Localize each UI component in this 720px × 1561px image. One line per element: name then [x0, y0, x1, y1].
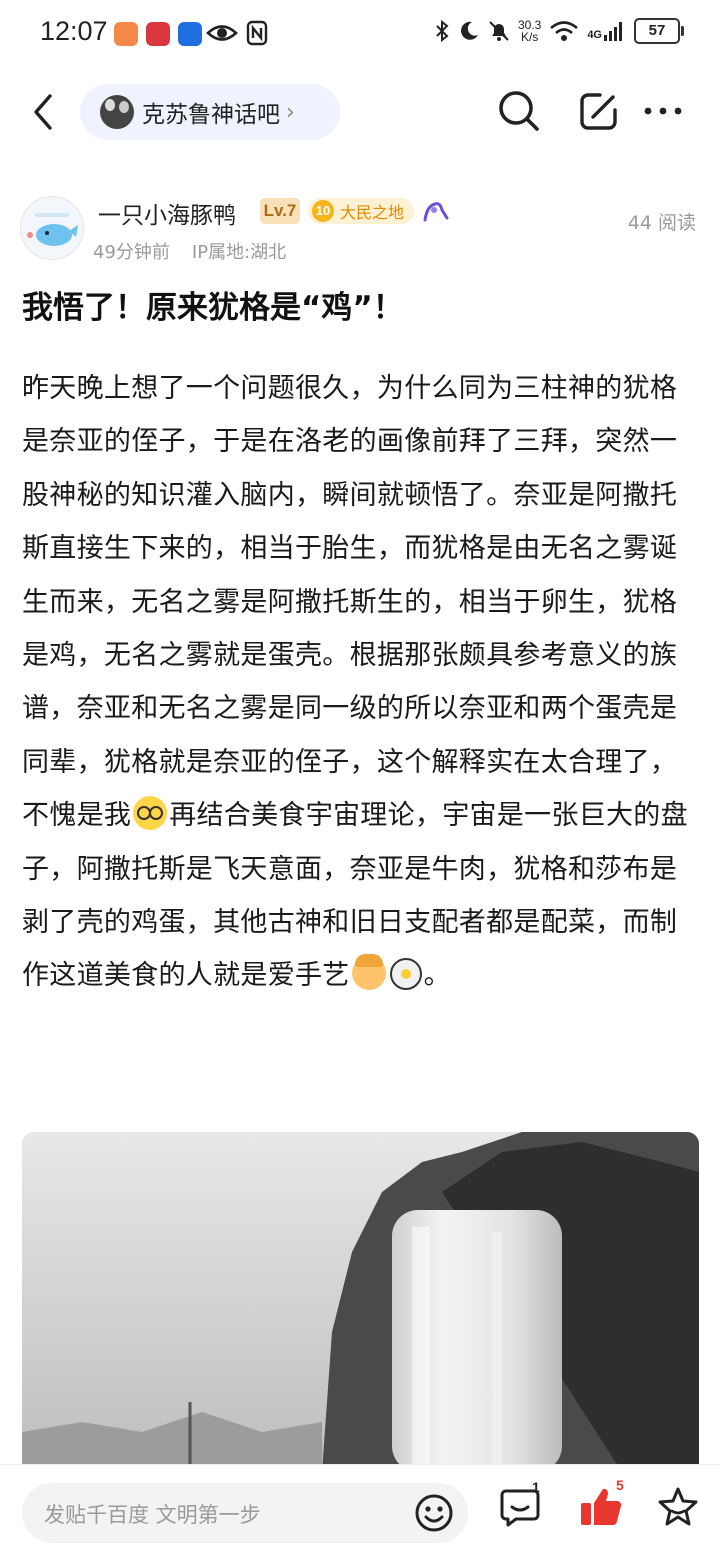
network-type: 4G	[587, 29, 602, 41]
honor-title: 大民之地	[340, 203, 405, 222]
post-meta: 49分钟前 IP属地:湖北	[93, 238, 286, 264]
post-time: 49分钟前	[93, 242, 170, 263]
frying-pan-emoji-icon	[389, 958, 422, 991]
post-body: 昨天晚上想了一个问题很久，为什么同为三柱神的犹格是奈亚的侄子，于是在洛老的画像前…	[22, 362, 702, 1003]
badge-gesture-icon	[423, 202, 449, 222]
battery-indicator: 57	[634, 18, 684, 44]
author-avatar[interactable]	[20, 196, 84, 260]
moon-icon	[461, 21, 478, 40]
forum-name: 克苏鲁神话吧	[142, 102, 280, 128]
nerd-emoji-icon	[133, 796, 168, 831]
mute-icon	[489, 21, 509, 41]
status-time: 12:07	[40, 16, 108, 46]
post-image-photo	[22, 1132, 699, 1472]
status-bar: 12:07 30.3 K/s 4G 57	[0, 0, 720, 68]
reply-placeholder: 发贴千百度 文明第一步	[44, 1503, 261, 1527]
level-badge: Lv.7	[260, 198, 300, 224]
status-app-icons	[114, 22, 202, 46]
chef-emoji-icon	[351, 954, 386, 991]
forum-pill-button[interactable]: 克苏鲁神话吧 ›	[80, 84, 340, 140]
post-title: 我悟了！原来犹格是“鸡”！	[22, 290, 404, 326]
like-count: 5	[616, 1477, 624, 1493]
honor-level: 10	[312, 200, 334, 222]
search-icon[interactable]	[496, 88, 542, 134]
bottom-bar: 发贴千百度 文明第一步 1 5	[0, 1464, 720, 1561]
forum-avatar	[100, 95, 134, 129]
status-right: 30.3 K/s 4G 57	[434, 18, 684, 44]
network-speed-unit: K/s	[520, 30, 539, 44]
star-icon[interactable]	[656, 1485, 700, 1529]
reply-input[interactable]: 发贴千百度 文明第一步	[22, 1483, 468, 1543]
back-arrow-icon[interactable]	[26, 92, 62, 132]
signal: 4G	[587, 21, 626, 41]
emoji-icon[interactable]	[414, 1493, 454, 1533]
comment-count: 1	[532, 1479, 540, 1495]
health-app-icon	[114, 22, 138, 46]
eye-icon	[206, 25, 238, 41]
edit-icon[interactable]	[578, 90, 620, 132]
huawei-app-icon	[146, 22, 170, 46]
more-icon[interactable]	[642, 90, 684, 132]
nav-header: 克苏鲁神话吧 ›	[0, 82, 720, 142]
nfc-icon	[246, 20, 268, 46]
assistant-app-icon	[178, 22, 202, 46]
dolphin-avatar-image	[27, 213, 78, 246]
post-body-part3: 。	[423, 960, 451, 992]
author-name[interactable]: 一只小海豚鸭	[98, 196, 236, 230]
wifi-icon	[550, 21, 579, 41]
signal-icon	[604, 22, 622, 41]
post-body-part1: 昨天晚上想了一个问题很久，为什么同为三柱神的犹格是奈亚的侄子，于是在洛老的画像前…	[22, 373, 678, 832]
post-image[interactable]	[22, 1132, 699, 1472]
read-count: 44 阅读	[627, 212, 696, 234]
honor-badge: 10 大民之地	[308, 198, 415, 224]
ip-location: IP属地:湖北	[191, 242, 287, 263]
chevron-right-icon: ›	[286, 99, 295, 125]
bluetooth-icon	[436, 19, 449, 43]
network-speed: 30.3 K/s	[518, 19, 541, 43]
